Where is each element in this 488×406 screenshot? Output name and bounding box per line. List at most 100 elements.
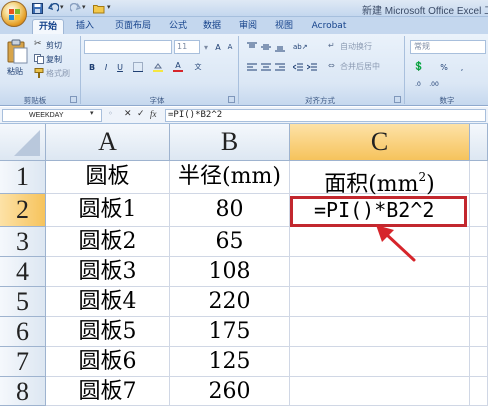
cell-c1[interactable]: 面积(mm2) [290,161,470,197]
cell-b4[interactable]: 108 [170,257,290,287]
cell-b7[interactable]: 125 [170,347,290,377]
clipboard-launcher-icon[interactable] [70,96,77,103]
font-size-dropdown-icon[interactable]: ▾ [200,41,212,53]
confirm-entry-icon[interactable]: ✓ [137,109,145,119]
cell-a6[interactable]: 圆板5 [46,317,170,347]
row-header-4[interactable]: 4 [0,257,46,287]
align-right-icon[interactable] [274,61,286,73]
cell-b6[interactable]: 175 [170,317,290,347]
row-header-3[interactable]: 3 [0,227,46,257]
select-all-corner[interactable] [0,124,46,161]
alignment-launcher-icon[interactable] [394,96,401,103]
cell-d8[interactable] [470,377,488,406]
tab-data[interactable]: 数据 [198,19,226,34]
tab-page-layout[interactable]: 页面布局 [108,19,158,34]
cell-a3[interactable]: 圆板2 [46,227,170,257]
increase-indent-icon[interactable] [306,61,318,73]
copy-button[interactable]: 复制 [34,53,74,65]
grow-font-icon[interactable]: A [212,41,224,53]
cell-c6[interactable] [290,317,470,347]
comma-style-icon[interactable]: , [456,61,468,73]
cell-d2[interactable] [470,194,488,227]
customize-toolbar-icon[interactable]: ▾ [107,3,118,14]
cell-d4[interactable] [470,257,488,287]
column-header-a[interactable]: A [46,124,170,161]
decrease-decimal-icon[interactable]: .00 [428,78,440,90]
align-left-icon[interactable] [246,61,258,73]
column-header-b[interactable]: B [170,124,290,161]
cell-d1[interactable] [470,161,488,194]
shrink-font-icon[interactable]: A [224,41,236,53]
column-header-c[interactable]: C [290,124,470,161]
percent-icon[interactable]: % [438,61,450,73]
cell-a8[interactable]: 圆板7 [46,377,170,406]
cell-a5[interactable]: 圆板4 [46,287,170,317]
font-launcher-icon[interactable] [228,96,235,103]
cell-d3[interactable] [470,227,488,257]
merge-center-button[interactable]: ⇔ 合并后居中 [328,60,394,73]
underline-icon[interactable]: U [114,61,126,73]
borders-icon[interactable] [132,61,144,73]
cut-button[interactable]: ✂ 剪切 [34,39,74,51]
row-header-5[interactable]: 5 [0,287,46,317]
cell-c7[interactable] [290,347,470,377]
name-box-dropdown-icon[interactable]: ▾ [90,109,94,117]
office-button[interactable] [1,1,27,27]
align-bottom-icon[interactable] [274,41,286,53]
number-format-select[interactable]: 常规 [410,40,486,54]
tab-review[interactable]: 审阅 [234,19,262,34]
row-header-8[interactable]: 8 [0,377,46,406]
cell-a4[interactable]: 圆板3 [46,257,170,287]
cell-c5[interactable] [290,287,470,317]
row-header-7[interactable]: 7 [0,347,46,377]
cell-d5[interactable] [470,287,488,317]
italic-icon[interactable]: I [100,61,112,73]
font-color-icon[interactable]: A [172,61,184,73]
cell-b2[interactable]: 80 [170,194,290,227]
cell-c8[interactable] [290,377,470,406]
open-folder-icon[interactable] [93,3,105,14]
align-center-icon[interactable] [260,61,272,73]
row-header-1[interactable]: 1 [0,161,46,194]
bold-icon[interactable]: B [86,61,98,73]
cell-a2[interactable]: 圆板1 [46,194,170,227]
wrap-text-button[interactable]: ↵ 自动换行 [328,40,384,53]
cell-b5[interactable]: 220 [170,287,290,317]
font-name-input[interactable] [84,40,172,54]
cell-a1[interactable]: 圆板 [46,161,170,194]
formula-input[interactable]: =PI()*B2^2 [165,109,486,122]
row-header-2[interactable]: 2 [0,194,46,227]
currency-icon[interactable]: 💲 [412,61,424,73]
fill-color-icon[interactable] [152,61,164,73]
redo-icon[interactable] [69,2,82,14]
cell-a7[interactable]: 圆板6 [46,347,170,377]
align-top-icon[interactable] [246,41,258,53]
formula-bar-expand-icon[interactable]: ◦ [108,109,113,118]
tab-insert[interactable]: 插入 [70,19,100,34]
paste-button[interactable]: 粘贴 [4,38,30,80]
insert-function-icon[interactable]: fx [150,109,157,119]
format-painter-button[interactable]: 格式刷 [34,67,78,79]
tab-view[interactable]: 视图 [270,19,298,34]
cancel-entry-icon[interactable]: ✕ [124,109,132,119]
cell-d6[interactable] [470,317,488,347]
orientation-icon[interactable]: ab↗ [292,41,308,53]
cell-b1[interactable]: 半径(mm) [170,161,290,194]
font-size-input[interactable]: 11 [174,40,200,54]
align-middle-icon[interactable] [260,41,272,53]
tab-acrobat[interactable]: Acrobat [306,19,352,34]
tab-home[interactable]: 开始 [32,19,64,34]
column-header-d[interactable] [470,124,488,161]
undo-icon[interactable] [47,2,60,14]
cell-d7[interactable] [470,347,488,377]
decrease-indent-icon[interactable] [292,61,304,73]
name-box[interactable]: WEEKDAY [2,109,102,122]
redo-dropdown-icon[interactable]: ▾ [82,3,93,14]
cell-b8[interactable]: 260 [170,377,290,406]
increase-decimal-icon[interactable]: .0 [412,78,424,90]
phonetic-icon[interactable]: 文 [192,61,204,73]
cell-b3[interactable]: 65 [170,227,290,257]
save-icon[interactable] [32,3,43,14]
row-header-6[interactable]: 6 [0,317,46,347]
tab-formulas[interactable]: 公式 [164,19,192,34]
